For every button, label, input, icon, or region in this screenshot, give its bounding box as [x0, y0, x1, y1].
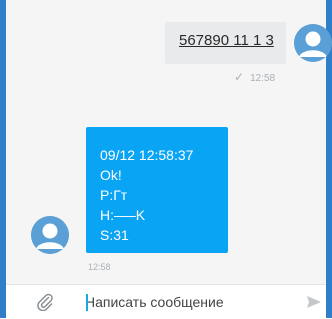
- message-thread: 567890 11 1 3 ✓ 12:58 09/12 12:58:37 Ok! …: [6, 0, 332, 272]
- user-icon: [31, 216, 69, 254]
- incoming-line-status: Ok!: [100, 167, 122, 183]
- outgoing-message-time: 12:58: [250, 73, 276, 84]
- incoming-message-bubble[interactable]: 09/12 12:58:37 Ok! P:Гт H:—–K S:31: [86, 127, 228, 253]
- user-icon: [294, 24, 332, 62]
- incoming-line-datetime: 09/12 12:58:37: [100, 147, 194, 163]
- outgoing-message-meta: ✓ 12:58: [234, 70, 275, 84]
- send-icon[interactable]: [306, 294, 322, 310]
- text-caret: [86, 294, 88, 311]
- outgoing-message-bubble[interactable]: 567890 11 1 3: [165, 22, 286, 64]
- message-composer: [6, 284, 326, 319]
- outgoing-message-text[interactable]: 567890 11 1 3: [179, 32, 274, 49]
- incoming-line-s: S:31: [100, 227, 129, 243]
- contact-avatar[interactable]: [31, 216, 69, 254]
- incoming-line-h: H:—–K: [100, 207, 146, 223]
- incoming-message-time: 12:58: [88, 262, 111, 272]
- check-icon: ✓: [234, 70, 245, 84]
- my-avatar[interactable]: [294, 24, 332, 62]
- incoming-line-p: P:Гт: [100, 187, 128, 203]
- paperclip-icon[interactable]: [36, 293, 54, 312]
- message-input[interactable]: [79, 291, 279, 313]
- chat-window: 567890 11 1 3 ✓ 12:58 09/12 12:58:37 Ok! …: [0, 0, 332, 319]
